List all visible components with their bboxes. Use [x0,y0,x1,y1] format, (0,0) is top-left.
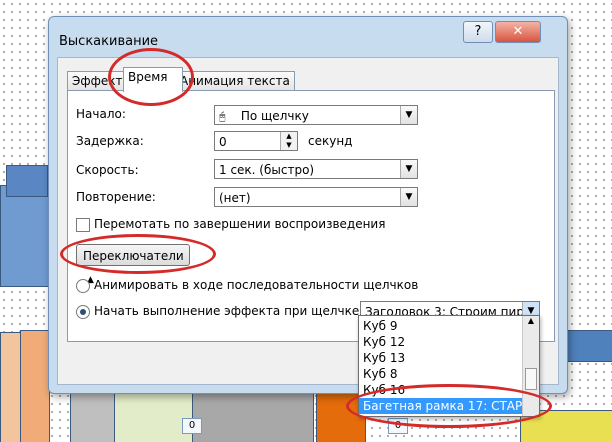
cube-shape [566,330,612,362]
list-item[interactable]: Куб 12 [363,334,405,350]
chevron-down-icon[interactable]: ▼ [400,188,417,206]
cube-shape [20,330,50,442]
delay-unit: секунд [308,134,353,148]
radio-on-click[interactable] [76,305,90,319]
cube-shape [70,392,116,442]
cube-shape [0,185,50,287]
cube-shape [192,392,314,442]
radio-on-click-label: Начать выполнение эффекта при щелчке [94,304,360,318]
slide-number-badge: 0 [182,418,202,434]
start-label: Начало: [76,107,126,121]
speed-label: Скорость: [76,163,139,177]
repeat-select-value: (нет) [219,191,251,205]
delay-value: 0 [219,135,227,149]
radio-sequence-label: Анимировать в ходе последовательности ще… [94,278,419,292]
start-select[interactable]: 🖰 По щелчку ▼ [214,105,418,125]
list-item[interactable]: Куб 13 [363,350,405,366]
slide-number-badge: 0 [388,418,408,434]
repeat-select[interactable]: (нет) ▼ [214,187,418,207]
list-scrollbar[interactable]: ▲ [522,316,539,416]
tab-effect[interactable]: Эффект [67,71,131,91]
rewind-label: Перемотать по завершении воспроизведения [94,217,386,231]
rewind-checkbox[interactable] [76,218,90,232]
triggers-button[interactable]: Переключатели ▲ [76,244,190,285]
speed-select-value: 1 сек. (быстро) [219,163,315,177]
list-item[interactable]: Куб 16 [363,382,405,398]
cube-shape [114,392,194,442]
cube-shape [6,165,48,197]
timing-panel: Начало: 🖰 По щелчку ▼ Задержка: 0 ▲ ▼ сек… [67,90,555,342]
list-item-selected[interactable]: Багетная рамка 17: СТАРТ [359,398,530,414]
tab-text-animation[interactable]: Анимация текста [175,71,295,91]
list-item[interactable]: Куб 8 [363,366,397,382]
dialog-title: Выскакивание [59,34,159,49]
tab-timing[interactable]: Время [123,67,183,92]
start-select-value: По щелчку [240,109,309,123]
mouse-icon: 🖰 [219,110,226,123]
trigger-dropdown-list: Куб 9 Куб 12 Куб 13 Куб 8 Куб 16 Багетна… [358,315,540,417]
scroll-thumb[interactable] [525,368,537,390]
repeat-label: Повторение: [76,190,156,204]
radio-sequence[interactable] [76,279,90,293]
spin-arrows-icon[interactable]: ▲ ▼ [280,132,297,150]
scroll-up-icon[interactable]: ▲ [523,316,539,325]
delay-spinner[interactable]: 0 ▲ ▼ [214,131,298,151]
delay-label: Задержка: [76,134,144,148]
chevron-down-icon[interactable]: ▼ [400,106,417,124]
close-button[interactable]: ✕ [495,21,541,43]
speed-select[interactable]: 1 сек. (быстро) ▼ [214,159,418,179]
list-item[interactable]: Куб 9 [363,318,397,334]
chevron-down-icon[interactable]: ▼ [400,160,417,178]
help-button[interactable]: ? [463,21,493,43]
triggers-button-label: Переключатели [83,249,184,263]
